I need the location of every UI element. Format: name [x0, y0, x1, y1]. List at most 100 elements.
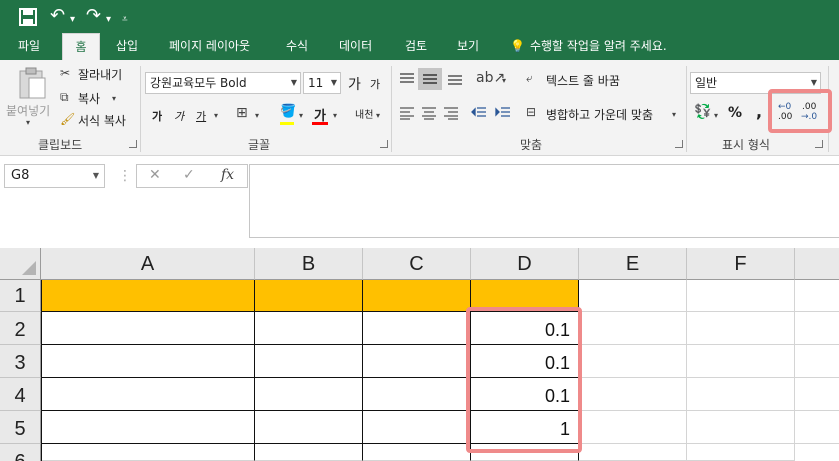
- cell-e3[interactable]: [579, 345, 687, 378]
- row-header-2[interactable]: 2: [0, 312, 41, 345]
- tab-data[interactable]: 데이터: [339, 33, 372, 60]
- column-header-f[interactable]: F: [687, 248, 795, 280]
- merge-dropdown-icon[interactable]: ▾: [672, 110, 676, 119]
- select-all-button[interactable]: [0, 248, 41, 280]
- cell-a2[interactable]: [41, 312, 255, 345]
- number-launcher-icon[interactable]: [815, 140, 823, 148]
- paste-button[interactable]: 붙여넣기 ▾: [6, 66, 54, 130]
- decrease-font-button[interactable]: 가: [370, 76, 380, 92]
- cell-a1[interactable]: [41, 280, 255, 312]
- cell-g2[interactable]: [795, 312, 839, 345]
- row-header-3[interactable]: 3: [0, 345, 41, 378]
- enter-icon[interactable]: ✓: [183, 167, 195, 183]
- fill-color-dropdown-icon[interactable]: ▾: [299, 111, 303, 120]
- customize-qat-icon[interactable]: ⩡: [122, 9, 128, 31]
- tab-view[interactable]: 보기: [457, 33, 479, 60]
- cell-e5[interactable]: [579, 411, 687, 444]
- cut-button[interactable]: 잘라내기: [78, 66, 122, 83]
- cell-b3[interactable]: [255, 345, 363, 378]
- orientation-dropdown-icon[interactable]: ▾: [502, 76, 506, 85]
- font-color-dropdown-icon[interactable]: ▾: [333, 111, 337, 120]
- column-header-g[interactable]: [795, 248, 839, 280]
- percent-style-button[interactable]: %: [728, 105, 742, 121]
- cell-b1[interactable]: [255, 280, 363, 312]
- align-left-icon[interactable]: [398, 106, 416, 120]
- borders-icon[interactable]: ⊞: [236, 105, 248, 121]
- underline-button[interactable]: 가: [196, 108, 206, 124]
- redo-dropdown-icon[interactable]: ▾: [106, 9, 111, 31]
- orientation-icon[interactable]: ab↗: [476, 70, 505, 86]
- row-header-1[interactable]: 1: [0, 280, 41, 312]
- column-header-a[interactable]: A: [41, 248, 255, 280]
- tab-file[interactable]: 파일: [18, 33, 40, 60]
- cell-b5[interactable]: [255, 411, 363, 444]
- undo-icon[interactable]: ↶: [50, 5, 65, 27]
- cell-g4[interactable]: [795, 378, 839, 411]
- cell-f6[interactable]: [687, 444, 795, 461]
- row-header-6[interactable]: 6: [0, 444, 41, 461]
- cell-a3[interactable]: [41, 345, 255, 378]
- row-header-5[interactable]: 5: [0, 411, 41, 444]
- align-right-icon[interactable]: [442, 106, 460, 120]
- cell-c1[interactable]: [363, 280, 471, 312]
- tab-insert[interactable]: 삽입: [116, 33, 138, 60]
- cell-c5[interactable]: [363, 411, 471, 444]
- cell-a4[interactable]: [41, 378, 255, 411]
- comma-style-button[interactable]: ,: [756, 102, 762, 121]
- borders-dropdown-icon[interactable]: ▾: [255, 111, 259, 120]
- cell-a5[interactable]: [41, 411, 255, 444]
- undo-dropdown-icon[interactable]: ▾: [70, 9, 75, 31]
- accounting-format-icon[interactable]: 💱: [694, 104, 711, 120]
- cell-c6[interactable]: [363, 444, 471, 461]
- increase-indent-icon[interactable]: [494, 106, 512, 120]
- redo-icon[interactable]: ↷: [86, 5, 101, 27]
- tab-formulas[interactable]: 수식: [286, 33, 308, 60]
- font-name-select[interactable]: 강원교육모두 Bold ▼: [145, 72, 301, 94]
- column-header-e[interactable]: E: [579, 248, 687, 280]
- cell-e2[interactable]: [579, 312, 687, 345]
- cell-g3[interactable]: [795, 345, 839, 378]
- underline-dropdown-icon[interactable]: ▾: [214, 111, 218, 120]
- row-header-4[interactable]: 4: [0, 378, 41, 411]
- font-launcher-icon[interactable]: [380, 140, 388, 148]
- cell-b6[interactable]: [255, 444, 363, 461]
- italic-button[interactable]: 가: [174, 108, 184, 124]
- tell-me-box[interactable]: 💡 수행할 작업을 알려 주세요.: [510, 33, 667, 60]
- accounting-dropdown-icon[interactable]: ▾: [714, 111, 718, 120]
- tab-page-layout[interactable]: 페이지 레이아웃: [169, 33, 250, 60]
- cell-g1[interactable]: [795, 280, 839, 312]
- wrap-text-button[interactable]: 텍스트 줄 바꿈: [546, 72, 620, 89]
- increase-font-button[interactable]: 가: [348, 74, 361, 94]
- cell-a6[interactable]: [41, 444, 255, 461]
- alignment-launcher-icon[interactable]: [675, 140, 683, 148]
- column-header-d[interactable]: D: [471, 248, 579, 280]
- clipboard-launcher-icon[interactable]: [129, 140, 137, 148]
- fill-color-icon[interactable]: 🪣: [280, 104, 296, 119]
- cell-f4[interactable]: [687, 378, 795, 411]
- cell-c3[interactable]: [363, 345, 471, 378]
- cell-f1[interactable]: [687, 280, 795, 312]
- cell-e1[interactable]: [579, 280, 687, 312]
- align-center-icon[interactable]: [420, 106, 438, 120]
- cell-f2[interactable]: [687, 312, 795, 345]
- cell-e4[interactable]: [579, 378, 687, 411]
- insert-function-icon[interactable]: fx: [221, 167, 234, 183]
- cell-f3[interactable]: [687, 345, 795, 378]
- cancel-icon[interactable]: ✕: [149, 167, 161, 183]
- font-size-select[interactable]: 11 ▼: [303, 72, 341, 94]
- copy-button[interactable]: 복사: [78, 90, 100, 107]
- cell-g5[interactable]: [795, 411, 839, 444]
- name-box[interactable]: G8 ▼: [4, 164, 105, 188]
- cell-b4[interactable]: [255, 378, 363, 411]
- cell-c4[interactable]: [363, 378, 471, 411]
- cell-f5[interactable]: [687, 411, 795, 444]
- align-top-icon[interactable]: [398, 72, 416, 86]
- decrease-indent-icon[interactable]: [470, 106, 488, 120]
- tab-review[interactable]: 검토: [405, 33, 427, 60]
- cell-b2[interactable]: [255, 312, 363, 345]
- align-bottom-icon[interactable]: [446, 72, 464, 86]
- column-header-c[interactable]: C: [363, 248, 471, 280]
- align-middle-button[interactable]: [418, 68, 442, 90]
- formula-input[interactable]: [249, 164, 839, 238]
- phonetic-dropdown-icon[interactable]: ▾: [376, 111, 380, 120]
